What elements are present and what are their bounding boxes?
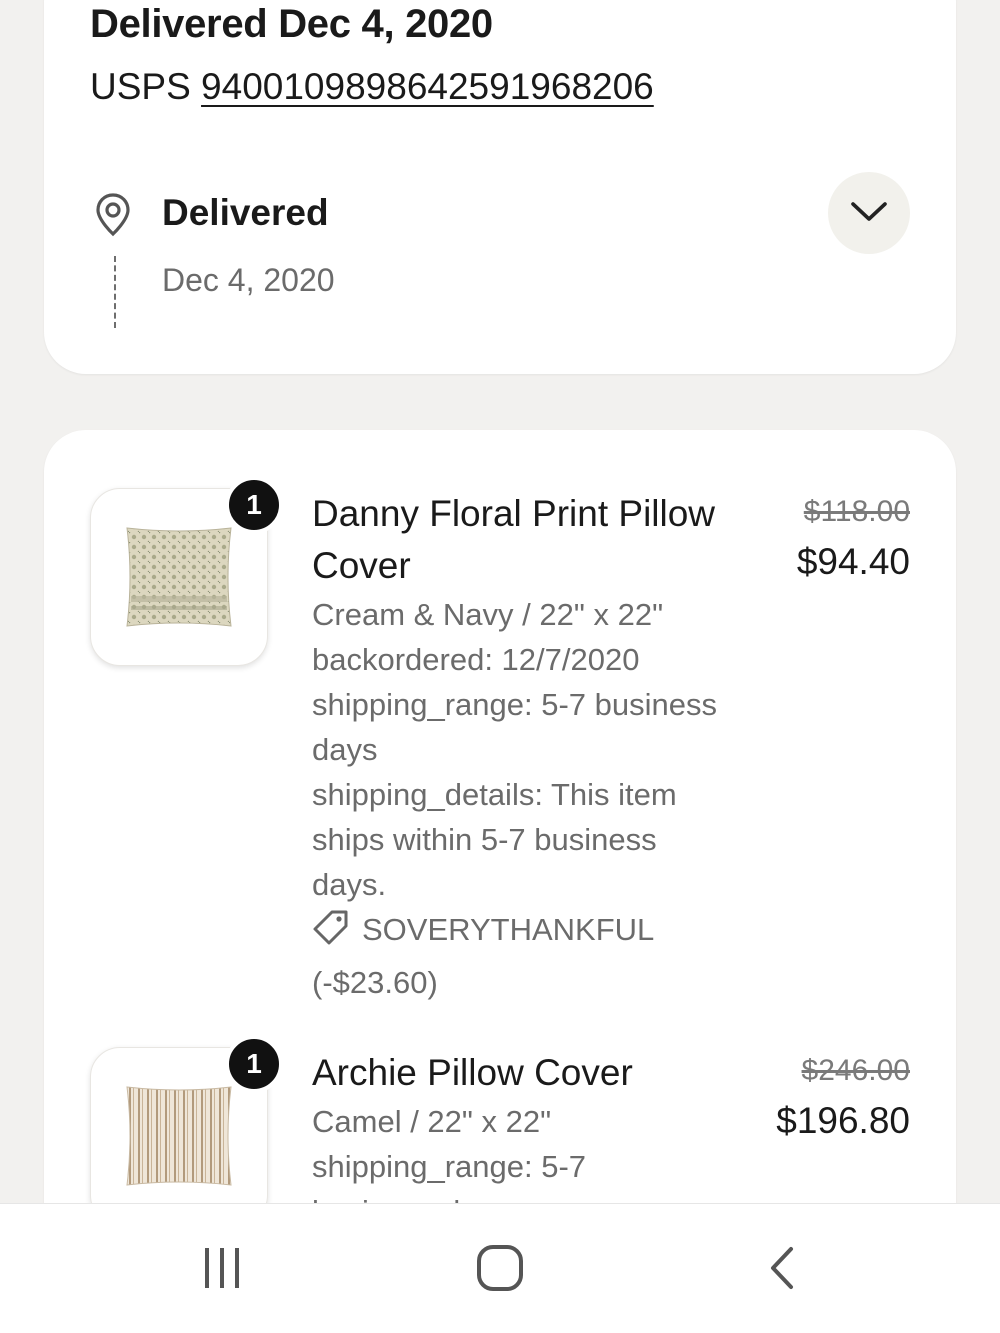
tracking-status-date: Dec 4, 2020: [162, 262, 335, 298]
recent-apps-icon: [199, 1246, 245, 1295]
expand-tracking-button[interactable]: [828, 172, 910, 254]
item-detail-line: shipping_range: 5-7: [312, 1149, 587, 1184]
system-navigation-bar: [0, 1203, 1000, 1333]
item-price: $118.00 $94.40: [797, 490, 910, 590]
tracking-status: Delivered: [162, 192, 329, 233]
pillow-image: [126, 1086, 232, 1186]
carrier-name: USPS: [90, 66, 191, 107]
delivery-heading: Delivered Dec 4, 2020: [90, 2, 493, 46]
timeline-connector: [114, 256, 116, 328]
item-name: Danny Floral Print Pillow Cover: [312, 488, 752, 592]
recent-apps-button[interactable]: [192, 1240, 252, 1300]
item-info: Danny Floral Print Pillow Cover Cream & …: [312, 488, 752, 1005]
item-name-line: Danny Floral Print Pillow: [312, 493, 716, 534]
promo-code: SOVERYTHANKFUL: [362, 912, 655, 947]
sale-price: $196.80: [776, 1100, 910, 1141]
carrier-tracking-line: USPS 9400109898642591968206: [90, 66, 654, 108]
back-button[interactable]: [752, 1240, 812, 1300]
original-price: $118.00: [803, 495, 910, 528]
tag-icon: [312, 908, 350, 951]
map-pin-icon: [94, 192, 132, 238]
chevron-down-icon: [847, 196, 891, 231]
item-detail-line: days: [312, 732, 378, 767]
order-details-screen: Delivered Dec 4, 2020 USPS 9400109898642…: [0, 0, 1000, 1333]
item-detail-line: shipping_range: 5-7 business: [312, 687, 717, 722]
item-detail-line: ships within 5-7 business: [312, 822, 657, 857]
sale-price: $94.40: [796, 541, 910, 582]
item-name-line: Cover: [312, 545, 411, 586]
item-detail-line: days.: [312, 867, 387, 902]
item-variant: Camel / 22" x 22": [312, 1104, 552, 1139]
order-items-card: 1 Danny Floral Print Pillow Cover Cream …: [44, 430, 956, 1330]
promo-code-row: SOVERYTHANKFUL: [312, 907, 752, 952]
home-button[interactable]: [470, 1240, 530, 1300]
quantity-badge: 1: [225, 476, 283, 534]
pillow-image: [126, 527, 232, 627]
home-icon: [476, 1244, 524, 1297]
item-name: Archie Pillow Cover: [312, 1052, 633, 1093]
shipment-tracking-card: Delivered Dec 4, 2020 USPS 9400109898642…: [44, 0, 956, 374]
item-detail-line: shipping_details: This item: [312, 777, 677, 812]
back-icon: [767, 1245, 797, 1296]
promo-discount-amount: (-$23.60): [312, 965, 438, 1000]
tracking-number-link[interactable]: 9400109898642591968206: [201, 66, 654, 107]
original-price: $246.00: [801, 1054, 910, 1087]
item-price: $246.00 $196.80: [776, 1049, 910, 1149]
item-detail-line: backordered: 12/7/2020: [312, 642, 640, 677]
quantity-badge: 1: [225, 1035, 283, 1093]
item-variant: Cream & Navy / 22" x 22": [312, 597, 664, 632]
